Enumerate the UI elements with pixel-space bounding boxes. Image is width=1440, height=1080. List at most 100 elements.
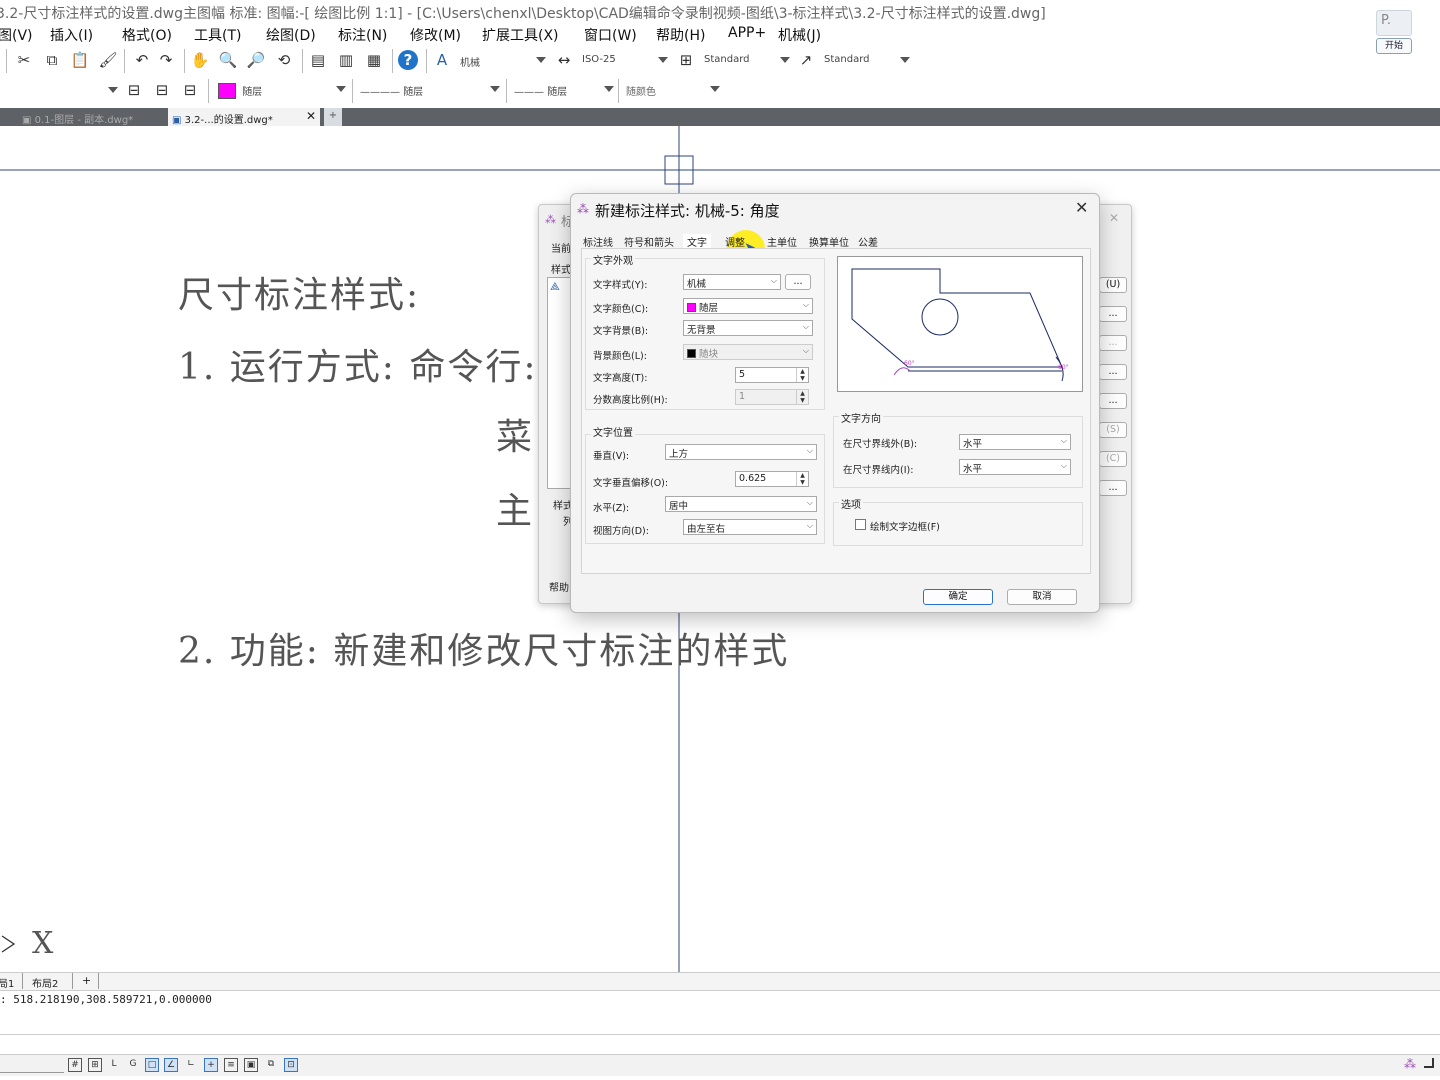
styles-list[interactable]: ⟁ — [547, 277, 571, 489]
polar-icon[interactable]: G — [126, 1058, 140, 1072]
text-style-browse-button[interactable]: ... — [785, 274, 811, 290]
menu-view[interactable]: 图(V) — [0, 25, 33, 45]
style-button-8[interactable]: ... — [1099, 480, 1127, 496]
undo-icon[interactable]: ↶ — [132, 50, 152, 70]
layer-match-icon[interactable]: ⊟ — [180, 80, 200, 100]
color-control-combo[interactable]: 随层 — [214, 79, 348, 101]
dim-style-combo[interactable]: ISO-25 — [578, 50, 670, 72]
profile-button[interactable]: P. — [1376, 10, 1412, 36]
text-color-select[interactable]: 随层 ⌵ — [683, 298, 813, 314]
override-button[interactable]: ... — [1099, 364, 1127, 380]
view-direction-select[interactable]: 由左至右 ⌵ — [683, 519, 817, 535]
line-sample-icon: ——— — [514, 87, 548, 98]
tab-fit[interactable]: 调整 — [725, 234, 745, 249]
modify-button[interactable]: ... — [1099, 335, 1127, 351]
spinner-icon[interactable]: ▲ ▼ — [796, 390, 808, 404]
text-style-select[interactable]: 机械 ⌵ — [683, 274, 781, 290]
menu-help[interactable]: 帮助(H) — [656, 25, 705, 45]
cut-icon[interactable]: ✂ — [14, 50, 34, 70]
lineweight-control-combo[interactable]: ——— 随层 — [510, 79, 616, 101]
spinner-icon[interactable]: ▲ ▼ — [796, 368, 808, 382]
new-button[interactable]: ... — [1099, 306, 1127, 322]
menu-mechanical[interactable]: 机械(J) — [778, 25, 821, 45]
zoom-realtime-icon[interactable]: 🔍 — [218, 50, 238, 70]
command-input[interactable] — [0, 1034, 1440, 1054]
tab-layout1[interactable]: 局1 — [0, 975, 14, 990]
text-height-input[interactable]: 5 ▲ ▼ — [735, 367, 809, 383]
paste-icon[interactable]: 📋 — [70, 50, 90, 70]
snap-icon[interactable]: ⊞ — [88, 1058, 102, 1072]
vertical-select[interactable]: 上方 ⌵ — [665, 444, 817, 460]
close-icon[interactable]: ✕ — [1075, 198, 1088, 217]
copy-icon[interactable]: ⧉ — [42, 50, 62, 70]
doc-tab-dim-style[interactable]: ▣ 3.2-...的设置.dwg* ✕ — [168, 108, 320, 126]
cancel-button[interactable]: 取消 — [1007, 589, 1077, 605]
tab-primary-units[interactable]: 主单位 — [767, 234, 797, 249]
command-line[interactable]: : 518.218190,308.589721,0.000000 — [0, 990, 1440, 1034]
annotation-monitor-icon[interactable]: ⊡ — [284, 1058, 298, 1072]
new-tab-button[interactable]: + — [324, 108, 342, 126]
doc-tab-layer-copy[interactable]: ▣ 0.1-图层 - 副本.dwg* — [18, 108, 166, 126]
fraction-height-input[interactable]: 1 ▲ ▼ — [735, 389, 809, 405]
tool-palette-icon[interactable]: ▦ — [364, 50, 384, 70]
ok-button[interactable]: 确定 — [923, 589, 993, 605]
close-icon[interactable]: ✕ — [1109, 211, 1119, 225]
close-icon[interactable]: ✕ — [306, 109, 316, 123]
draw-frame-checkbox[interactable] — [855, 519, 866, 530]
ortho-icon[interactable]: L — [107, 1058, 121, 1072]
tab-tolerances[interactable]: 公差 — [858, 234, 878, 249]
fill-color-select[interactable]: 无背景 ⌵ — [683, 320, 813, 336]
transparency-icon[interactable]: ▣ — [244, 1058, 258, 1072]
tab-alternate-units[interactable]: 换算单位 — [809, 234, 849, 249]
vertical-offset-input[interactable]: 0.625 ▲ ▼ — [735, 471, 809, 487]
otrack-icon[interactable]: ∠ — [164, 1058, 178, 1072]
inside-extension-select[interactable]: 水平 ⌵ — [959, 459, 1071, 475]
pan-icon[interactable]: ✋ — [190, 50, 210, 70]
spinner-icon[interactable]: ▲ ▼ — [796, 472, 808, 486]
menu-dimension[interactable]: 标注(N) — [338, 25, 387, 45]
properties-icon[interactable]: ▤ — [308, 50, 328, 70]
background-color-select[interactable]: 随块 ⌵ — [683, 344, 813, 360]
set-current-button[interactable]: (U) — [1099, 277, 1127, 293]
zoom-window-icon[interactable]: 🔎 — [246, 50, 266, 70]
layer-make-current-icon[interactable]: ⊟ — [152, 80, 172, 100]
menu-modify[interactable]: 修改(M) — [410, 25, 461, 45]
menu-format[interactable]: 格式(O) — [122, 25, 172, 45]
osnap-icon[interactable]: □ — [145, 1058, 159, 1072]
add-layout-button[interactable]: + — [82, 974, 91, 987]
menu-app[interactable]: APP+ — [728, 25, 766, 41]
help-button[interactable]: 帮助 — [549, 579, 569, 594]
layer-previous-icon[interactable]: ⊟ — [124, 80, 144, 100]
match-properties-icon[interactable]: 🖌 — [98, 50, 118, 70]
lineweight-icon[interactable]: ≡ — [224, 1058, 238, 1072]
menu-draw[interactable]: 绘图(D) — [266, 25, 316, 45]
resize-grip-icon[interactable] — [1424, 1058, 1434, 1068]
dynamic-input-icon[interactable]: + — [204, 1058, 218, 1072]
menu-insert[interactable]: 插入(I) — [50, 25, 93, 45]
tab-lines[interactable]: 标注线 — [583, 234, 613, 249]
redo-icon[interactable]: ↷ — [156, 50, 176, 70]
style-button-7[interactable]: (C) — [1099, 451, 1127, 467]
ducs-icon[interactable]: ∟ — [184, 1058, 198, 1072]
style-button-6[interactable]: (S) — [1099, 422, 1127, 438]
grid-icon[interactable]: # — [68, 1058, 82, 1072]
menu-tools[interactable]: 工具(T) — [194, 25, 241, 45]
chevron-down-icon[interactable] — [108, 87, 118, 93]
tab-layout2[interactable]: 布局2 — [32, 975, 58, 990]
multileader-style-combo[interactable]: Standard — [820, 50, 912, 72]
plot-style-combo[interactable]: 随颜色 — [622, 79, 722, 101]
zoom-previous-icon[interactable]: ⟲ — [274, 50, 294, 70]
help-icon[interactable]: ? — [398, 50, 418, 70]
outside-extension-select[interactable]: 水平 ⌵ — [959, 434, 1071, 450]
text-style-combo[interactable]: 机械 — [456, 50, 548, 72]
compare-button[interactable]: ... — [1099, 393, 1127, 409]
table-style-combo[interactable]: Standard — [700, 50, 792, 72]
tab-text[interactable]: 文字 — [683, 234, 711, 249]
menu-window[interactable]: 窗口(W) — [584, 25, 637, 45]
design-center-icon[interactable]: ▥ — [336, 50, 356, 70]
selection-cycling-icon[interactable]: ⧉ — [264, 1058, 278, 1072]
horizontal-select[interactable]: 居中 ⌵ — [665, 496, 817, 512]
tab-symbols-arrows[interactable]: 符号和箭头 — [624, 234, 674, 249]
linetype-control-combo[interactable]: ———— 随层 — [356, 79, 502, 101]
menu-express-tools[interactable]: 扩展工具(X) — [482, 25, 559, 45]
